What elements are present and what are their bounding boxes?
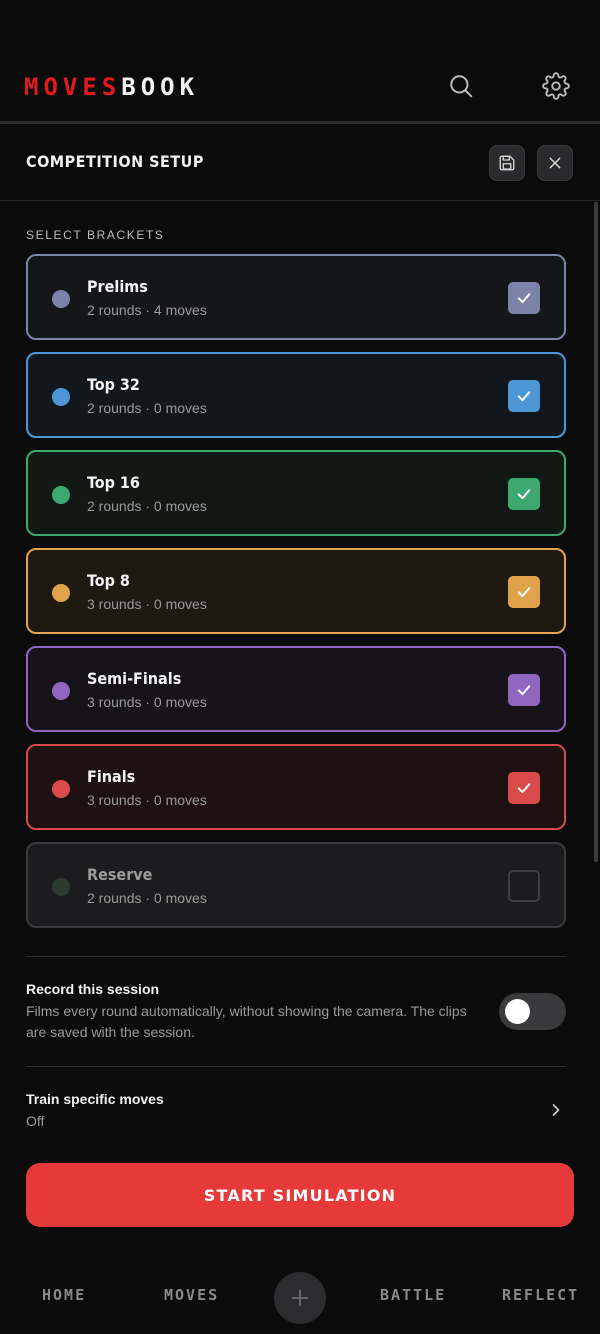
close-button[interactable] [537,145,573,181]
gear-icon[interactable] [538,68,574,104]
section-label-brackets: SELECT BRACKETS [26,228,165,242]
bracket-meta: 2 rounds · 0 moves [87,890,207,906]
bracket-checkbox[interactable] [508,380,540,412]
bracket-meta: 3 rounds · 0 moves [87,694,207,710]
divider [26,1066,566,1067]
train-moves-value: Off [26,1113,45,1129]
record-session-toggle[interactable] [499,993,566,1030]
bracket-name: Semi-Finals [87,669,182,688]
app-header: MOVESBOOK [0,0,600,124]
bracket-card[interactable]: Semi-Finals 3 rounds · 0 moves [26,646,566,732]
bracket-color-dot [52,584,70,602]
bracket-color-dot [52,290,70,308]
bracket-name: Top 32 [87,375,140,394]
bracket-card[interactable]: Top 8 3 rounds · 0 moves [26,548,566,634]
bracket-color-dot [52,682,70,700]
check-icon [515,583,533,601]
bracket-color-dot [52,878,70,896]
bracket-color-dot [52,388,70,406]
close-icon [547,155,563,171]
toggle-knob [505,999,530,1024]
logo-moves: MOVES [24,73,122,101]
bracket-card[interactable]: Prelims 2 rounds · 4 moves [26,254,566,340]
bracket-checkbox[interactable] [508,674,540,706]
bottom-nav: HOME MOVES BATTLE REFLECT [0,1262,600,1334]
bracket-checkbox[interactable] [508,870,540,902]
divider [26,956,566,957]
scrollbar[interactable] [594,202,598,862]
bracket-card[interactable]: Reserve 2 rounds · 0 moves [26,842,566,928]
bracket-meta: 2 rounds · 4 moves [87,302,207,318]
page-title: COMPETITION SETUP [26,152,204,171]
nav-battle[interactable]: BATTLE [380,1286,446,1304]
check-icon [515,681,533,699]
check-icon [515,485,533,503]
bracket-name: Prelims [87,277,148,296]
bracket-name: Reserve [87,865,153,884]
bracket-meta: 2 rounds · 0 moves [87,400,207,416]
bracket-card[interactable]: Top 32 2 rounds · 0 moves [26,352,566,438]
check-icon [515,289,533,307]
check-icon [515,779,533,797]
chevron-right-icon [546,1100,566,1120]
nav-add-button[interactable] [274,1272,326,1324]
record-session-title: Record this session [26,981,160,997]
record-session-description: Films every round automatically, without… [26,1003,467,1040]
bracket-card[interactable]: Finals 3 rounds · 0 moves [26,744,566,830]
nav-reflect[interactable]: REFLECT [502,1286,579,1304]
bracket-card[interactable]: Top 16 2 rounds · 0 moves [26,450,566,536]
bracket-name: Top 8 [87,571,130,590]
bracket-name: Top 16 [87,473,140,492]
check-icon [515,387,533,405]
save-button[interactable] [489,145,525,181]
app-logo[interactable]: MOVESBOOK [24,72,199,102]
bracket-checkbox[interactable] [508,478,540,510]
logo-book: BOOK [121,73,200,101]
plus-icon [289,1287,311,1309]
bracket-checkbox[interactable] [508,576,540,608]
bracket-meta: 3 rounds · 0 moves [87,792,207,808]
bracket-color-dot [52,486,70,504]
nav-home[interactable]: HOME [42,1286,86,1304]
bracket-meta: 2 rounds · 0 moves [87,498,207,514]
train-moves-title: Train specific moves [26,1091,164,1107]
setup-bar: COMPETITION SETUP [0,127,600,201]
bracket-checkbox[interactable] [508,282,540,314]
bracket-list: Prelims 2 rounds · 4 moves Top 32 2 rounds … [26,254,566,940]
bracket-name: Finals [87,767,136,786]
bracket-checkbox[interactable] [508,772,540,804]
start-simulation-button[interactable]: START SIMULATION [26,1163,574,1227]
save-icon [498,154,516,172]
bracket-color-dot [52,780,70,798]
bracket-meta: 3 rounds · 0 moves [87,596,207,612]
search-icon[interactable] [443,68,479,104]
nav-moves[interactable]: MOVES [164,1286,219,1304]
